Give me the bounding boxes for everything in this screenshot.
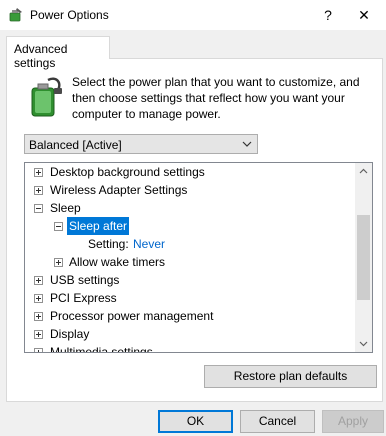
setting-value-link[interactable]: Never bbox=[133, 235, 165, 253]
expand-icon[interactable] bbox=[34, 330, 43, 339]
chevron-down-icon bbox=[242, 141, 252, 147]
ok-button[interactable]: OK bbox=[158, 410, 233, 433]
expand-icon[interactable] bbox=[34, 294, 43, 303]
tab-label: Advanced settings bbox=[14, 42, 68, 70]
power-plan-dropdown[interactable]: Balanced [Active] bbox=[24, 134, 258, 154]
expand-icon[interactable] bbox=[34, 186, 43, 195]
settings-tree[interactable]: Desktop background settings Wireless Ada… bbox=[24, 162, 373, 353]
close-button[interactable]: ✕ bbox=[352, 4, 376, 26]
power-options-icon bbox=[9, 8, 22, 22]
selected-plan: Balanced [Active] bbox=[29, 138, 122, 152]
restore-plan-defaults-button[interactable]: Restore plan defaults bbox=[204, 365, 377, 388]
help-button[interactable]: ? bbox=[318, 4, 338, 26]
vertical-scrollbar[interactable] bbox=[355, 163, 372, 352]
collapse-icon[interactable] bbox=[34, 204, 43, 213]
collapse-icon[interactable] bbox=[54, 222, 63, 231]
cancel-button[interactable]: Cancel bbox=[240, 410, 315, 433]
expand-icon[interactable] bbox=[34, 168, 43, 177]
window-title: Power Options bbox=[30, 8, 109, 22]
expand-icon[interactable] bbox=[34, 312, 43, 321]
title-bar: Power Options ? ✕ bbox=[0, 0, 386, 30]
expand-icon[interactable] bbox=[34, 348, 43, 352]
expand-icon[interactable] bbox=[54, 258, 63, 267]
scroll-up-icon[interactable] bbox=[355, 163, 372, 180]
plan-description: Select the power plan that you want to c… bbox=[72, 75, 360, 121]
scrollbar-thumb[interactable] bbox=[357, 215, 370, 300]
tab-advanced-settings[interactable]: Advanced settings bbox=[6, 36, 110, 70]
scroll-down-icon[interactable] bbox=[355, 335, 372, 352]
expand-icon[interactable] bbox=[34, 276, 43, 285]
apply-button[interactable]: Apply bbox=[322, 410, 384, 433]
battery-plan-icon bbox=[31, 77, 62, 117]
